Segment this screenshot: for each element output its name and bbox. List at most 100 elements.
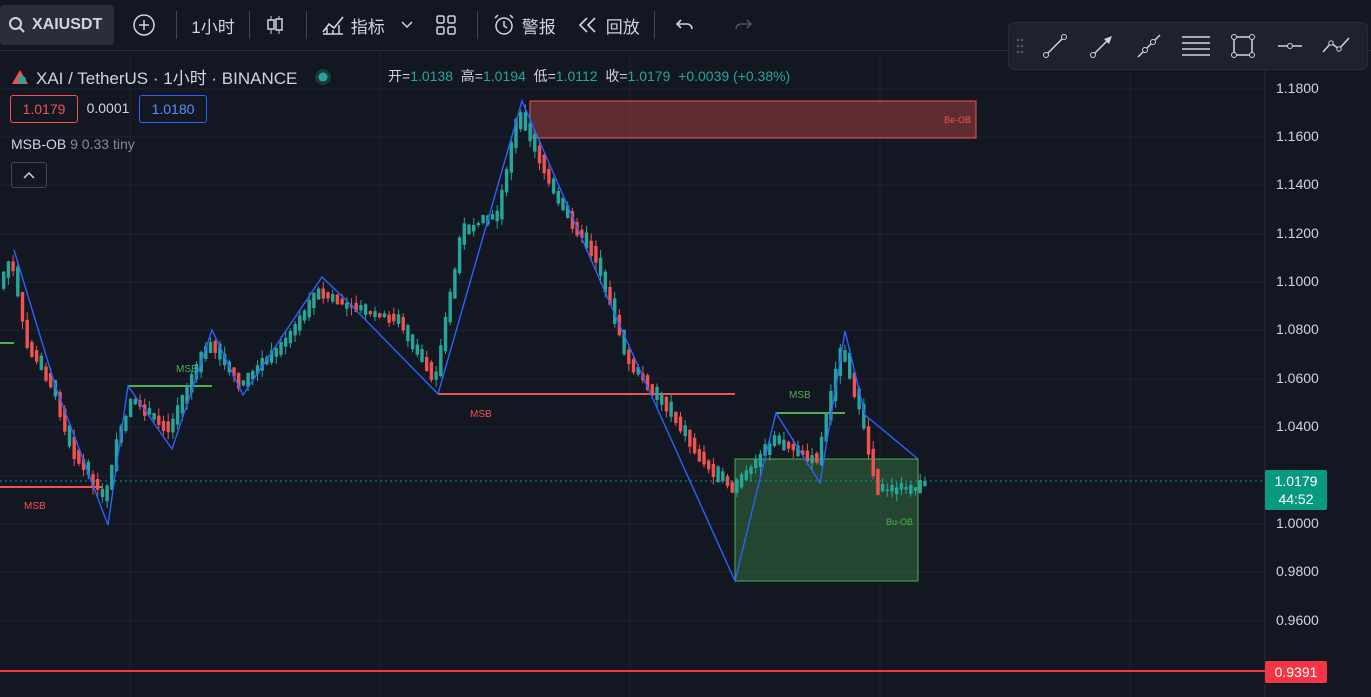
buy-price-button[interactable]: 1.0180 (139, 95, 207, 123)
close-label: 收= (605, 68, 628, 84)
candle-body (443, 316, 448, 352)
candle-body (293, 323, 297, 336)
candle-body (923, 481, 927, 486)
candle-body (100, 488, 105, 497)
candle-body (909, 484, 913, 494)
candle-body (326, 292, 330, 299)
candle-body (547, 168, 551, 184)
path-tool[interactable] (1313, 26, 1360, 66)
candle-body (631, 359, 636, 373)
candle-body (44, 366, 48, 381)
trend-line-icon (1042, 34, 1067, 58)
low-value: 1.0112 (555, 68, 598, 84)
rectangle-icon (1230, 34, 1255, 58)
candle-body (711, 463, 716, 478)
candle-body (594, 246, 598, 263)
bear-order-block-label: Be-OB (944, 115, 971, 125)
candle-body (321, 288, 325, 299)
candle-body (880, 484, 885, 492)
path-icon (1321, 37, 1350, 53)
horizontal-line-tool[interactable] (1266, 26, 1313, 66)
extended-line-icon (1136, 34, 1161, 58)
candle-body (904, 487, 908, 490)
candle-body (782, 439, 786, 451)
sell-price-button[interactable]: 1.0179 (10, 95, 78, 123)
candle-body (415, 344, 419, 355)
candle-body (899, 482, 904, 490)
candle-body (373, 311, 377, 317)
candle-body (725, 476, 730, 487)
price-tick-label: 1.0400 (1276, 418, 1319, 434)
rectangle-tool[interactable] (1219, 26, 1266, 66)
candle-body (133, 398, 137, 405)
candle-body (406, 325, 410, 342)
candle-body (895, 487, 899, 495)
candle-body (697, 449, 701, 462)
fib-tool[interactable] (1172, 26, 1219, 66)
trend-line-tool[interactable] (1031, 26, 1078, 66)
candle-body (171, 418, 175, 433)
symbol-title[interactable]: XAI / TetherUS · 1小时 · BINANCE (36, 64, 297, 89)
candle-body (735, 479, 739, 493)
candle-body (660, 394, 664, 405)
candle-body (500, 189, 504, 220)
candle-body (241, 380, 246, 386)
candle-body (340, 298, 344, 305)
candle-body (368, 311, 372, 315)
candle-body (359, 304, 363, 311)
candle-body (533, 134, 537, 152)
bull-order-block-label: Bu-OB (886, 517, 913, 527)
extended-line-tool[interactable] (1125, 26, 1172, 66)
candle-body (805, 450, 810, 462)
drag-handle-icon[interactable] (1009, 26, 1031, 66)
candle-body (589, 240, 593, 256)
candle-body (434, 371, 438, 380)
candle-body (147, 408, 152, 415)
high-value: 1.0194 (482, 68, 526, 84)
candle-body (871, 448, 875, 476)
spread-text: 0.0001 (86, 100, 130, 116)
horizontal-line-icon (1277, 43, 1302, 49)
candle-body (312, 292, 316, 308)
alert-price-label[interactable]: 0.9391 (1265, 661, 1327, 683)
collapse-legend-button[interactable] (11, 162, 47, 188)
candle-body (598, 257, 603, 276)
candle-body (481, 214, 485, 224)
indicator-name: MSB-OB (11, 136, 67, 152)
ohlc-values: 开=1.0138 高=1.0194 低=1.0112 收=1.0179 +0.0… (388, 66, 790, 86)
fib-retracement-icon (1181, 36, 1210, 56)
candles (2, 104, 927, 508)
candle-body (279, 342, 283, 355)
candle-body (410, 334, 415, 350)
candle-body (810, 455, 814, 464)
price-tick-label: 1.1400 (1276, 176, 1319, 192)
candle-body (754, 458, 758, 468)
candle-body (307, 299, 311, 318)
candle-body (363, 304, 368, 315)
indicator-legend[interactable]: MSB-OB 9 0.33 tiny (11, 136, 135, 152)
candle-body (678, 416, 683, 432)
candle-body (213, 341, 217, 353)
market-status-icon (315, 68, 332, 85)
candle-body (180, 395, 184, 414)
open-label: 开= (388, 68, 411, 84)
candle-body (25, 319, 29, 348)
price-tick-label: 0.9600 (1276, 612, 1319, 628)
spread-value: 0.0001 (82, 95, 134, 121)
candle-body (707, 460, 711, 470)
candle-body (688, 429, 692, 447)
candle-body (11, 261, 15, 272)
candle-body (843, 350, 847, 362)
candle-body (345, 302, 349, 309)
arrow-tool[interactable] (1078, 26, 1125, 66)
price-tick-label: 1.0000 (1276, 515, 1319, 531)
candle-body (128, 398, 133, 418)
candle-body (495, 210, 499, 222)
price-tick-label: 1.1000 (1276, 273, 1319, 289)
candle-body (528, 123, 532, 142)
candle-body (105, 485, 109, 502)
msb-label: MSB (789, 390, 811, 401)
price-tick-label: 1.1200 (1276, 225, 1319, 241)
low-label: 低= (533, 68, 556, 84)
candle-body (504, 169, 509, 193)
